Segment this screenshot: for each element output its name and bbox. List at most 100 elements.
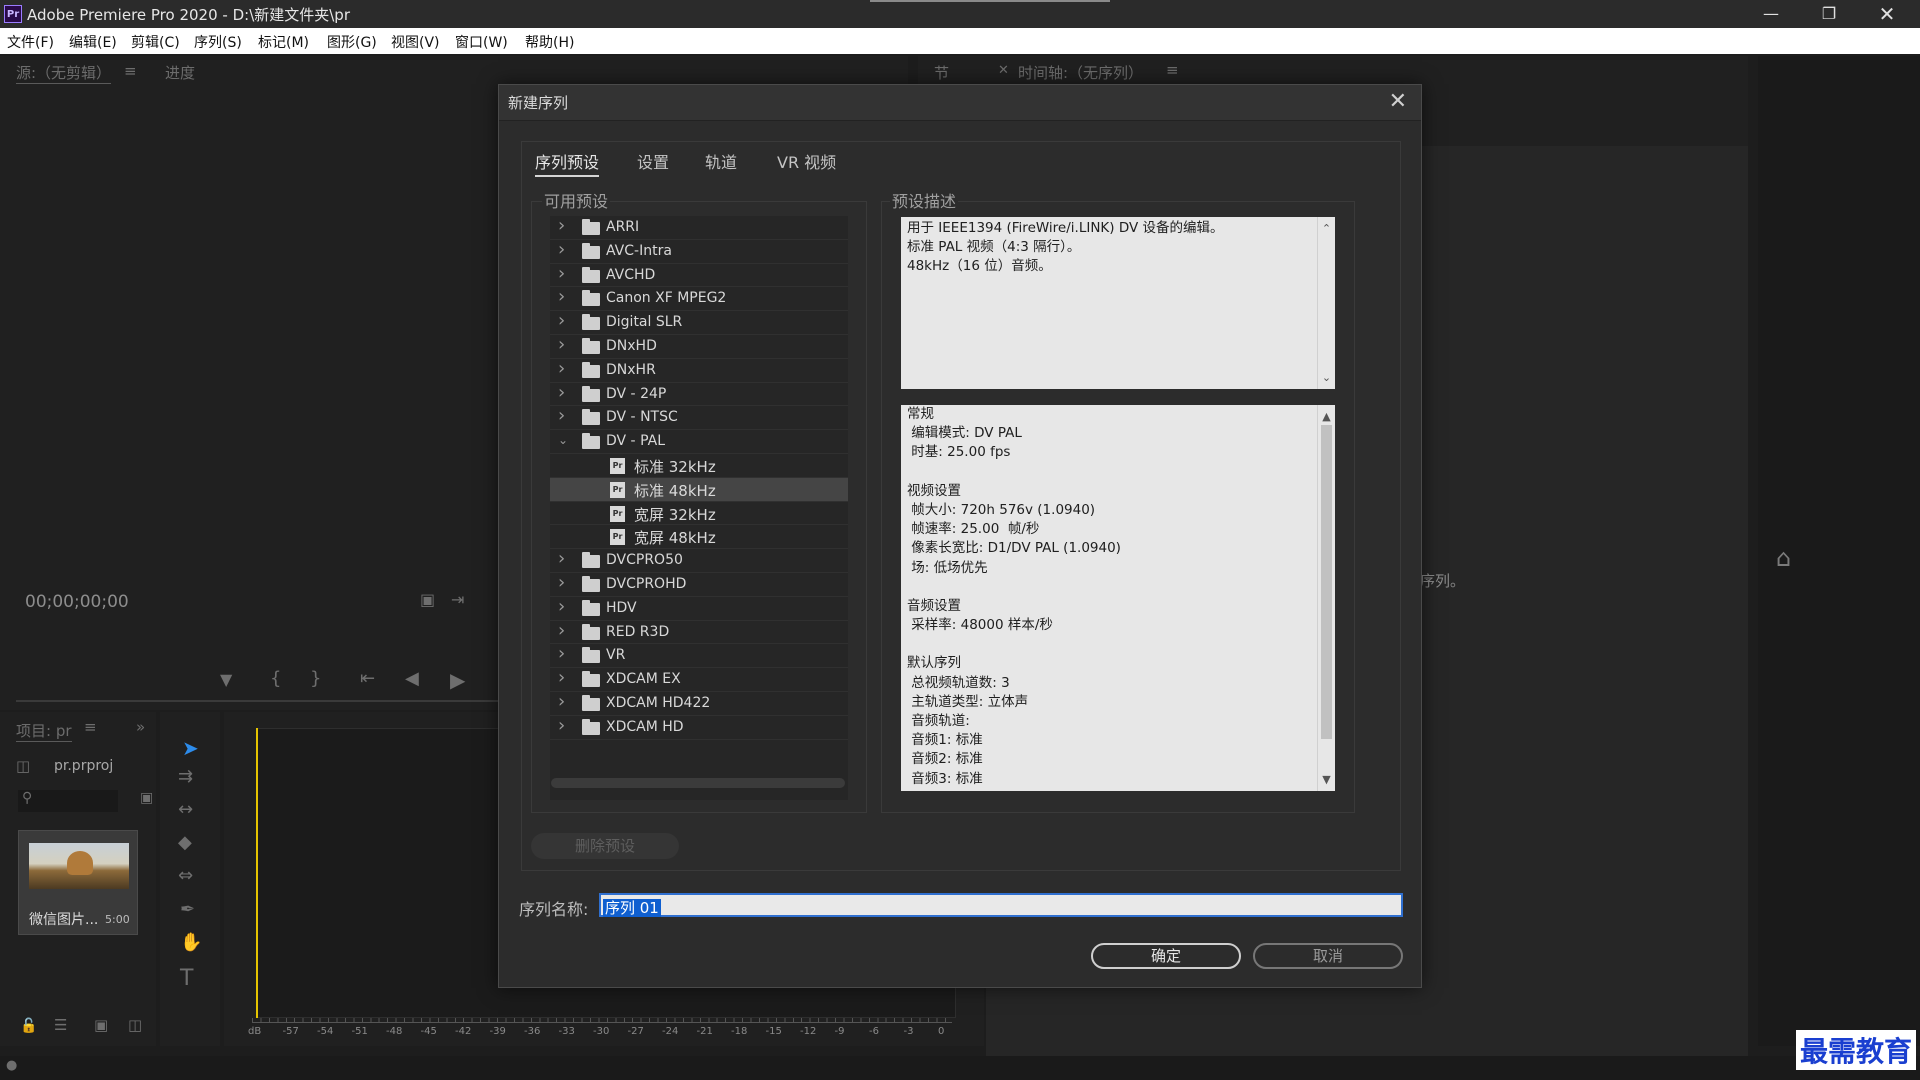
mark-in-icon[interactable]: { xyxy=(270,668,281,689)
menu-edit[interactable]: 编辑(E) xyxy=(69,32,117,52)
dialog-close-icon[interactable]: ✕ xyxy=(1389,89,1407,114)
chevron-right-icon[interactable]: › xyxy=(558,620,565,641)
pen-tool-icon[interactable]: ✒ xyxy=(180,899,195,920)
cancel-button[interactable]: 取消 xyxy=(1253,943,1403,969)
preset-folder-row[interactable]: › DNxHR xyxy=(550,358,848,383)
timeline-menu-icon[interactable]: ≡ xyxy=(1166,61,1179,79)
freeform-view-icon[interactable]: ◫ xyxy=(128,1016,142,1034)
chevron-right-icon[interactable]: › xyxy=(558,263,565,284)
mark-out-icon[interactable]: } xyxy=(310,668,321,689)
chevron-right-icon[interactable]: › xyxy=(558,596,565,617)
chevron-right-icon[interactable]: › xyxy=(558,667,565,688)
chevron-right-icon[interactable]: › xyxy=(558,358,565,379)
preset-folder-row[interactable]: › ARRI xyxy=(550,215,848,240)
list-view-icon[interactable]: ☰ xyxy=(54,1016,67,1034)
chevron-right-icon[interactable]: › xyxy=(558,382,565,403)
tree-horizontal-scrollbar[interactable] xyxy=(551,778,845,788)
preset-folder-row[interactable]: › Canon XF MPEG2 xyxy=(550,286,848,312)
details-scroll-down-icon[interactable]: ▼ xyxy=(1318,770,1335,789)
preset-tree[interactable]: › ARRI › AVC-Intra › AVCHD › Canon XF MPEG2 › Dig… xyxy=(550,215,848,800)
chevron-right-icon[interactable]: › xyxy=(558,334,565,355)
lock-icon[interactable]: 🔓 xyxy=(20,1018,37,1034)
add-marker-icon[interactable]: ▼ xyxy=(220,670,232,689)
preset-folder-row[interactable]: › AVCHD xyxy=(550,263,848,288)
preset-folder-row[interactable]: › AVC-Intra xyxy=(550,239,848,264)
ripple-edit-tool-icon[interactable]: ↔ xyxy=(178,799,193,820)
playhead[interactable] xyxy=(256,728,258,1018)
sequence-name-input[interactable]: 序列 01 xyxy=(599,893,1403,917)
preset-folder-row[interactable]: ⌄ DV - PAL xyxy=(550,430,848,454)
menu-sequence[interactable]: 序列(S) xyxy=(194,32,242,52)
tab-timeline[interactable]: 时间轴:（无序列） xyxy=(1018,62,1143,83)
type-tool-icon[interactable]: T xyxy=(180,966,193,991)
ok-button[interactable]: 确定 xyxy=(1091,943,1241,969)
preset-folder-row[interactable]: › HDV xyxy=(550,596,848,621)
selection-tool-icon[interactable]: ➤ xyxy=(182,736,199,760)
tab-sequence-presets[interactable]: 序列预设 xyxy=(535,149,600,177)
details-scroll-thumb[interactable] xyxy=(1321,425,1332,739)
close-tab-icon[interactable]: ✕ xyxy=(998,63,1009,78)
preset-folder-row[interactable]: › Digital SLR xyxy=(550,310,848,335)
scroll-up-icon[interactable]: ⌃ xyxy=(1318,219,1335,238)
tab-tracks[interactable]: 轨道 xyxy=(705,149,737,173)
clip-thumbnail-card[interactable]: 微信图片... 5:00 xyxy=(18,830,138,935)
chevron-down-icon[interactable]: ⌄ xyxy=(558,433,568,447)
chevron-right-icon[interactable]: › xyxy=(558,405,565,426)
menu-file[interactable]: 文件(F) xyxy=(7,32,54,52)
preset-folder-row[interactable]: › VR xyxy=(550,643,848,669)
preset-item-row[interactable]: Pr 宽屏 48kHz xyxy=(550,525,848,550)
chevron-right-icon[interactable]: › xyxy=(558,215,565,236)
chevron-right-icon[interactable]: › xyxy=(558,310,565,331)
razor-tool-icon[interactable]: ◆ xyxy=(178,832,192,853)
track-select-tool-icon[interactable]: ⇉ xyxy=(178,766,193,787)
delete-preset-button[interactable]: 删除预设 xyxy=(531,833,679,859)
tab-vr-video[interactable]: VR 视频 xyxy=(777,149,836,173)
minimize-icon[interactable]: — xyxy=(1742,0,1800,28)
menu-graphics[interactable]: 图形(G) xyxy=(327,32,377,52)
chevron-right-icon[interactable]: › xyxy=(558,286,565,307)
hand-tool-icon[interactable]: ✋ xyxy=(180,932,202,953)
preset-item-row[interactable]: Pr 宽屏 32kHz xyxy=(550,502,848,526)
chevron-right-icon[interactable]: › xyxy=(558,691,565,712)
description-scrollbar[interactable]: ⌃ ⌄ xyxy=(1317,217,1335,389)
project-menu-icon[interactable]: ≡ xyxy=(84,718,97,736)
play-icon[interactable]: ▶ xyxy=(450,668,465,692)
menu-view[interactable]: 视图(V) xyxy=(391,32,440,52)
tab-source[interactable]: 源:（无剪辑） xyxy=(16,62,112,84)
chevron-right-icon[interactable]: › xyxy=(558,572,565,593)
step-back-icon[interactable]: ◀ xyxy=(405,668,419,689)
close-icon[interactable]: ✕ xyxy=(1858,0,1916,28)
settings-icon[interactable]: ▣ xyxy=(420,590,435,609)
preset-folder-row[interactable]: › DVCPROHD xyxy=(550,572,848,597)
chevron-right-icon[interactable]: › xyxy=(558,548,565,569)
panel-menu-icon[interactable]: ≡ xyxy=(124,62,137,80)
menu-help[interactable]: 帮助(H) xyxy=(525,32,574,52)
preset-folder-row[interactable]: › DNxHD xyxy=(550,334,848,359)
maximize-icon[interactable]: ❐ xyxy=(1800,0,1858,28)
tab-settings[interactable]: 设置 xyxy=(637,149,669,173)
menu-window[interactable]: 窗口(W) xyxy=(455,32,508,52)
details-scroll-up-icon[interactable]: ▲ xyxy=(1318,407,1335,426)
preset-folder-row[interactable]: › DV - 24P xyxy=(550,382,848,407)
tab-progress[interactable]: 进度 xyxy=(165,62,195,83)
bin-icon[interactable]: ▣ xyxy=(140,790,153,806)
tab-node[interactable]: 节 xyxy=(934,62,949,83)
expand-panels-icon[interactable]: » xyxy=(136,718,145,736)
slip-tool-icon[interactable]: ⇔ xyxy=(178,865,193,886)
preset-folder-row[interactable]: › XDCAM HD xyxy=(550,715,848,740)
preset-folder-row[interactable]: › RED R3D xyxy=(550,620,848,645)
menu-clip[interactable]: 剪辑(C) xyxy=(131,32,180,52)
export-frame-icon[interactable]: ⇥ xyxy=(451,590,464,609)
details-scrollbar[interactable]: ▲ ▼ xyxy=(1317,405,1335,791)
preset-folder-row[interactable]: › DVCPRO50 xyxy=(550,548,848,573)
preset-details-box[interactable]: 常规 编辑模式: DV PAL 时基: 25.00 fps 视频设置 帧大小: 7… xyxy=(901,405,1335,791)
chevron-right-icon[interactable]: › xyxy=(558,715,565,736)
chevron-right-icon[interactable]: › xyxy=(558,239,565,260)
icon-view-icon[interactable]: ▣ xyxy=(94,1016,108,1034)
source-timecode[interactable]: 00;00;00;00 xyxy=(25,592,129,612)
scroll-down-icon[interactable]: ⌄ xyxy=(1318,368,1335,387)
preset-item-row[interactable]: Pr 标准 32kHz xyxy=(550,454,848,478)
preset-folder-row[interactable]: › DV - NTSC xyxy=(550,405,848,431)
go-to-in-icon[interactable]: ⇤ xyxy=(360,668,375,689)
preset-description-box[interactable]: 用于 IEEE1394 (FireWire/i.LINK) DV 设备的编辑。标… xyxy=(901,217,1335,389)
